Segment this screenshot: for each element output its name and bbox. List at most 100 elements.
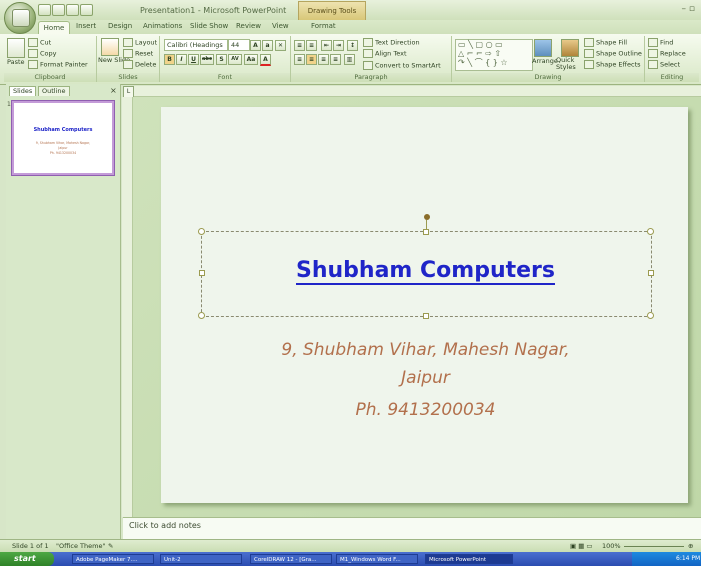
tab-insert[interactable]: Insert (76, 22, 96, 30)
resize-handle-bottom-right[interactable] (647, 312, 654, 319)
fit-slide-icon[interactable]: ⊕ (688, 542, 693, 550)
tab-view[interactable]: View (272, 22, 289, 30)
align-text-label: Align Text (375, 49, 407, 58)
shapes-gallery[interactable]: ▭ ╲ ▢ ○ ▭ △ ⌐ ⌐ ⇨ ⇧ ↷ ╲ ⌒ { } ☆ (455, 39, 533, 71)
columns-icon[interactable]: ▥ (344, 54, 355, 65)
clear-formatting-icon[interactable]: ✕ (275, 40, 286, 51)
notes-placeholder[interactable]: Click to add notes (129, 521, 201, 530)
save-icon[interactable] (38, 4, 51, 16)
arrange-icon[interactable] (534, 39, 552, 57)
resize-handle-bottom[interactable] (423, 313, 429, 319)
drawing-group: ▭ ╲ ▢ ○ ▭ △ ⌐ ⌐ ⇨ ⇧ ↷ ╲ ⌒ { } ☆ Arrange Qu… (452, 36, 645, 82)
shape-effects-button[interactable]: Shape Effects (584, 60, 641, 69)
shrink-font-icon[interactable]: a (262, 40, 273, 51)
justify-icon[interactable]: ≡ (330, 54, 341, 65)
find-button[interactable]: Find (648, 38, 673, 47)
resize-handle-top[interactable] (423, 229, 429, 235)
resize-handle-bottom-left[interactable] (198, 312, 205, 319)
quick-styles-icon[interactable] (561, 39, 579, 57)
text-direction-button[interactable]: Text Direction (363, 38, 420, 47)
slide-address-line2[interactable]: Jaipur (201, 368, 650, 388)
align-center-icon[interactable]: ≡ (306, 54, 317, 65)
tab-outline[interactable]: Outline (38, 86, 70, 96)
align-text-button[interactable]: Align Text (363, 49, 407, 58)
tab-home[interactable]: Home (38, 21, 70, 35)
window-title: Presentation1 - Microsoft PowerPoint (140, 6, 287, 15)
delete-button[interactable]: Delete (123, 60, 156, 69)
decrease-indent-icon[interactable]: ⇤ (321, 40, 332, 51)
replace-button[interactable]: Replace (648, 49, 686, 58)
paste-icon[interactable] (7, 38, 25, 58)
rotation-handle[interactable] (424, 214, 430, 220)
strikethrough-button[interactable]: abc (200, 54, 214, 65)
clipboard-group: Paste Cut Copy Format Painter Clipboard (4, 36, 97, 82)
bullets-icon[interactable]: ≡ (294, 40, 305, 51)
tab-slides[interactable]: Slides (9, 86, 37, 96)
start-button[interactable]: start (0, 552, 54, 566)
align-left-icon[interactable]: ≡ (294, 54, 305, 65)
select-button[interactable]: Select (648, 60, 680, 69)
font-size-select[interactable]: 44 (228, 39, 250, 51)
taskbar-item-coreldraw[interactable]: CorelDRAW 12 - [Gra... (250, 554, 332, 564)
character-spacing-button[interactable]: AV (228, 54, 242, 65)
convert-smartart-button[interactable]: Convert to SmartArt (363, 61, 441, 70)
customize-qat-icon[interactable] (80, 4, 93, 16)
zoom-slider[interactable] (624, 546, 684, 547)
tab-design[interactable]: Design (108, 22, 132, 30)
view-buttons[interactable]: ▣ ▦ ▭ (570, 542, 593, 550)
zoom-level[interactable]: 100% (602, 542, 621, 550)
office-button[interactable] (4, 2, 36, 34)
font-color-button[interactable]: A (260, 54, 271, 66)
tab-review[interactable]: Review (236, 22, 261, 30)
undo-icon[interactable] (52, 4, 65, 16)
increase-indent-icon[interactable]: ⇥ (333, 40, 344, 51)
format-painter-button[interactable]: Format Painter (28, 60, 88, 69)
tab-slide-show[interactable]: Slide Show (190, 22, 228, 30)
thumbnail-line2: Jaipur (58, 146, 68, 150)
taskbar-item-pagemaker[interactable]: Adobe PageMaker 7.... (72, 554, 154, 564)
cut-button[interactable]: Cut (28, 38, 51, 47)
numbering-icon[interactable]: ≡ (306, 40, 317, 51)
slide-title[interactable]: Shubham Computers (201, 258, 650, 285)
layout-button[interactable]: Layout (123, 38, 157, 47)
resize-handle-top-right[interactable] (647, 228, 654, 235)
theme-status: "Office Theme" (56, 542, 106, 550)
replace-icon (648, 49, 658, 58)
pencil-icon (584, 49, 594, 58)
copy-button[interactable]: Copy (28, 49, 57, 58)
line-spacing-icon[interactable]: ↕ (347, 40, 358, 51)
slide-address-line1[interactable]: 9, Shubham Vihar, Mahesh Nagar, (201, 340, 650, 360)
slide-count-status: Slide 1 of 1 (12, 542, 49, 550)
taskbar-item-powerpoint[interactable]: Microsoft PowerPoint (425, 554, 513, 564)
grow-font-icon[interactable]: A (250, 40, 261, 51)
tab-animations[interactable]: Animations (143, 22, 182, 30)
quick-styles-button[interactable]: Quick Styles (556, 57, 584, 71)
resize-handle-top-left[interactable] (198, 228, 205, 235)
shape-fill-button[interactable]: Shape Fill (584, 38, 627, 47)
taskbar-item-word[interactable]: M1_Windows Word F... (336, 554, 418, 564)
shape-outline-button[interactable]: Shape Outline (584, 49, 642, 58)
tab-format[interactable]: Format (311, 22, 336, 30)
shape-outline-label: Shape Outline (596, 49, 642, 58)
slide-thumbnail[interactable]: Shubham Computers 9, Shubham Vihar, Mahe… (11, 100, 115, 176)
bold-button[interactable]: B (164, 54, 175, 65)
window-controls[interactable]: – ▫ (682, 4, 695, 14)
change-case-button[interactable]: Aa (244, 54, 258, 65)
taskbar-item-unit2[interactable]: Unit-2 (160, 554, 242, 564)
redo-icon[interactable] (66, 4, 79, 16)
font-family-select[interactable]: Calibri (Headings (164, 39, 228, 51)
arrange-button[interactable]: Arrange (532, 57, 558, 65)
notes-pane[interactable] (123, 517, 701, 540)
reset-button[interactable]: Reset (123, 49, 153, 58)
replace-label: Replace (660, 49, 686, 58)
new-slide-icon[interactable] (101, 38, 119, 56)
shadow-button[interactable]: S (216, 54, 227, 65)
italic-button[interactable]: I (176, 54, 187, 65)
underline-button[interactable]: U (188, 54, 199, 65)
align-right-icon[interactable]: ≡ (318, 54, 329, 65)
paste-button[interactable]: Paste (7, 58, 25, 66)
slide-phone[interactable]: Ph. 9413200034 (201, 400, 650, 420)
spellcheck-icon[interactable]: ✎ (108, 542, 113, 550)
close-panel-icon[interactable]: × (110, 86, 117, 95)
horizontal-ruler (123, 86, 701, 97)
